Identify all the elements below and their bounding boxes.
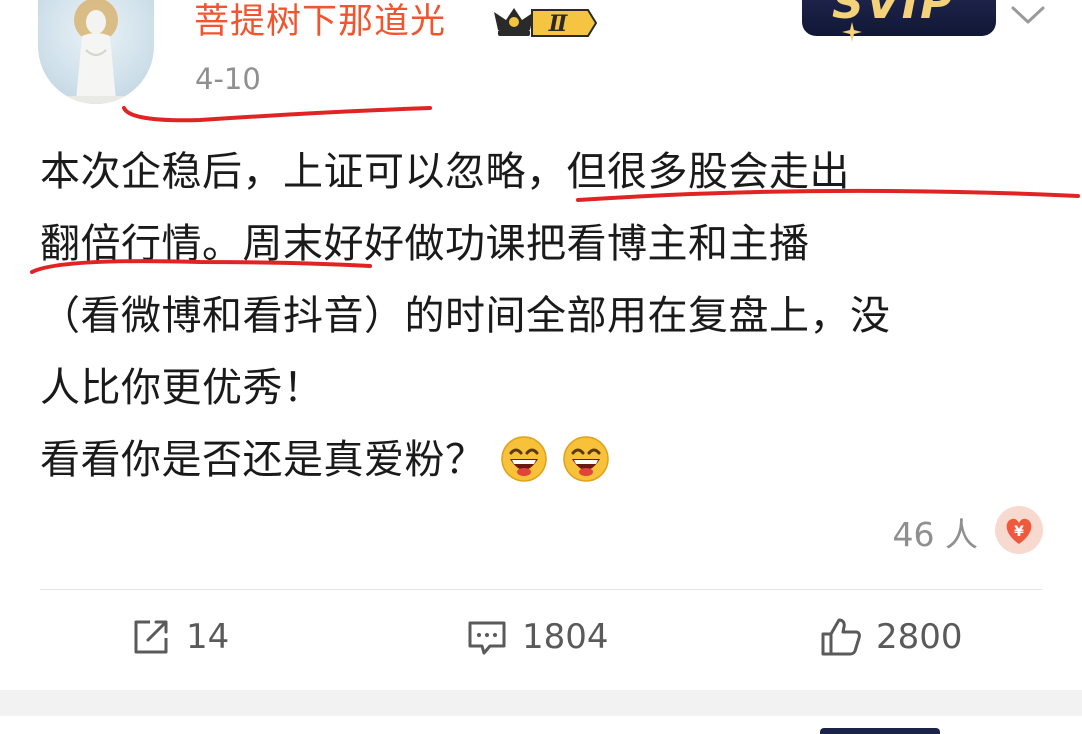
post-text-line: 人比你更优秀！ — [40, 365, 324, 411]
repost-icon — [134, 620, 168, 654]
like-icon — [821, 618, 861, 656]
comment-count: 1804 — [522, 617, 609, 657]
reward-count: 46 人 — [892, 515, 978, 554]
post-text-segment: 看看你是否还是真爱粉？ — [40, 437, 486, 483]
more-chevron-icon[interactable] — [1010, 2, 1046, 28]
post-text-line: 本次企稳后，上证可以忽略，但很多股会走出 — [40, 149, 850, 195]
vip-crown-icon[interactable]: Ⅱ — [492, 4, 598, 42]
post-date: 4-10 — [195, 62, 261, 96]
reward-yen-icon[interactable]: ¥ — [994, 505, 1044, 555]
feed-separator — [0, 690, 1082, 716]
laughing-face-icon — [562, 436, 609, 482]
divider — [40, 589, 1042, 590]
repost-count: 14 — [186, 617, 230, 657]
post-text-line-last: 看看你是否还是真爱粉？ — [40, 424, 1050, 496]
post-text: 本次企稳后，上证可以忽略，但很多股会走出 翻倍行情。周末好好做功课把看博主和主播… — [40, 136, 1050, 496]
weibo-post-card: 菩提树下那道光 Ⅱ 4-10 SVIP 本次企稳后，上证可以忽略，但很多股会走出… — [0, 0, 1082, 690]
next-promo-banner — [820, 728, 940, 734]
laughing-face-icon — [500, 436, 547, 482]
svg-text:¥: ¥ — [1014, 524, 1024, 540]
author-name[interactable]: 菩提树下那道光 — [194, 0, 446, 44]
promo-banner[interactable]: SVIP — [802, 0, 996, 36]
post-text-line: 翻倍行情。周末好好做功课把看博主和主播 — [40, 221, 810, 267]
svg-text:Ⅱ: Ⅱ — [548, 11, 569, 37]
author-avatar[interactable] — [38, 0, 154, 104]
like-count: 2800 — [876, 617, 963, 657]
like-button[interactable]: 2800 — [820, 612, 963, 662]
comment-button[interactable]: 1804 — [466, 612, 609, 662]
sparkle-icon — [842, 22, 862, 42]
comment-icon — [468, 621, 506, 655]
post-text-line: （看微博和看抖音）的时间全部用在复盘上，没 — [40, 293, 891, 339]
repost-button[interactable]: 14 — [130, 612, 229, 662]
